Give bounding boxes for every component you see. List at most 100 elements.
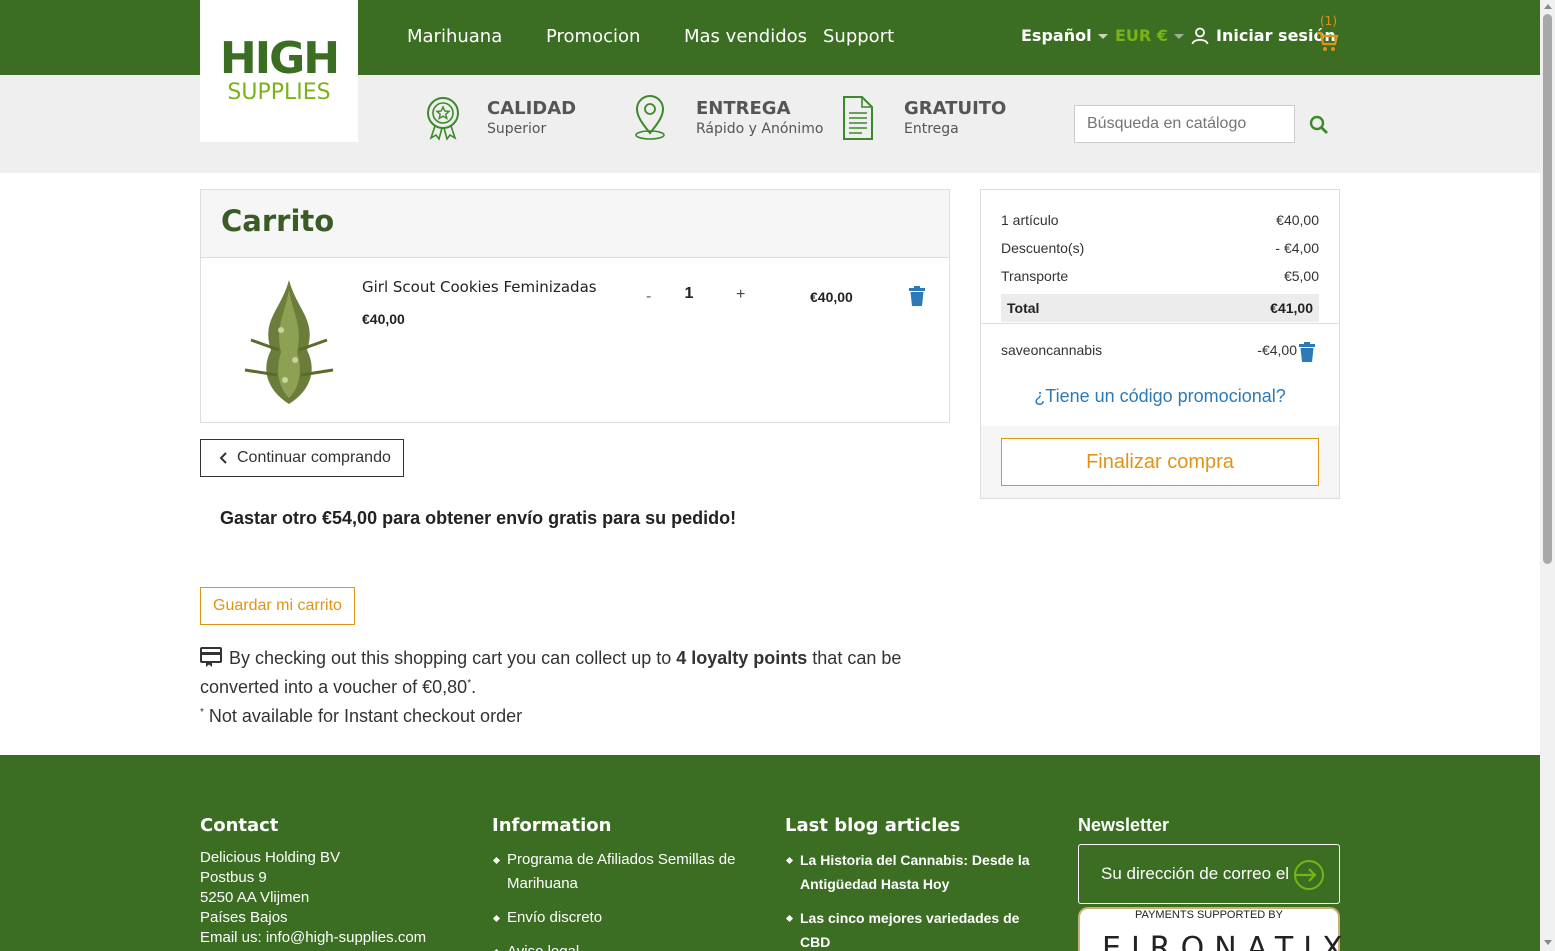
voucher-row: saveoncannabis -€4,00 [1001,342,1297,358]
continue-shopping-button[interactable]: Continuar comprando [200,439,404,477]
feature-free: GRATUITO Entrega [842,95,1006,141]
page-title: Carrito [221,204,335,238]
payments-title: PAYMENTS SUPPORTED BY [1135,909,1283,921]
nav-item-promocion[interactable]: Promocion [546,26,640,47]
footer-blog: Last blog articles La Historia del Canna… [785,815,1045,951]
chevron-down-icon [1097,34,1108,39]
document-icon [843,96,873,140]
contact-line: 5250 AA Vlijmen [200,889,310,906]
footer-heading: Newsletter [1078,815,1170,835]
contact-line: Países Bajos [200,909,288,926]
summary-label: 1 artículo [1001,212,1059,228]
feature-title: GRATUITO [904,98,1007,119]
summary-label: Transporte [1001,268,1069,284]
checkout-button[interactable]: Finalizar compra [1001,438,1319,486]
logo-text-high: HIGH [219,33,340,84]
feature-delivery: ENTREGA Rápido y Anónimo [634,95,823,141]
summary-total: Total €41,00 [1001,294,1319,322]
cart-count-badge: (1) [1320,14,1337,28]
quantity-decrease-button[interactable]: - [646,288,651,306]
award-icon [427,97,459,141]
free-shipping-message: Gastar otro €54,00 para obtener envío gr… [220,508,737,528]
language-label: Español [1021,26,1092,45]
feature-subtitle: Entrega [904,121,959,137]
page-scrollbar[interactable] [1540,0,1555,951]
payments-badge: PAYMENTS SUPPORTED BY EIRONATIX [1078,907,1343,951]
quantity-input[interactable]: 1 [679,285,699,303]
user-icon [1191,27,1209,44]
voucher-value: -€4,00 [1257,342,1297,358]
chevron-left-icon [219,452,227,464]
summary-value: - €4,00 [1275,240,1319,256]
summary-row-discount: Descuento(s) - €4,00 [1001,240,1319,256]
footer-information: Information Programa de Afiliados Semill… [492,815,742,951]
divider [981,323,1339,324]
scroll-up-arrow-icon[interactable] [1544,4,1552,9]
newsletter-email-input[interactable]: Su dirección de correo el [1078,844,1340,904]
footer-heading: Information [492,815,612,836]
order-summary: 1 artículo €40,00 Descuento(s) - €4,00 T… [980,189,1340,499]
search-input[interactable] [1074,105,1295,143]
cart-header: Carrito [201,190,949,258]
scrollbar-thumb[interactable] [1543,14,1552,564]
footer-heading: Last blog articles [785,815,961,836]
promo-code-link[interactable]: ¿Tiene un código promocional? [981,386,1339,407]
summary-row-items: 1 artículo €40,00 [1001,212,1319,228]
chevron-down-icon [1173,34,1184,39]
currency-label: EUR € [1115,26,1168,45]
summary-value: €5,00 [1283,268,1319,284]
loyalty-message: By checking out this shopping cart you c… [200,645,940,729]
search-icon[interactable] [1306,112,1332,138]
summary-value: €40,00 [1276,212,1319,228]
total-value: €41,00 [1270,300,1313,316]
loyalty-card-icon [200,647,222,667]
blog-link[interactable]: La Historia del Cannabis: Desde la Antig… [785,848,1045,896]
scroll-down-arrow-icon[interactable] [1544,940,1552,945]
footer-link[interactable]: Envío discreto [492,906,742,930]
line-total: €40,00 [810,289,853,305]
site-logo[interactable]: HIGH SUPPLIES [200,0,358,142]
footer-link[interactable]: Programa de Afiliados Semillas de Marihu… [492,848,742,896]
summary-row-shipping: Transporte €5,00 [1001,268,1319,284]
feature-subtitle: Rápido y Anónimo [696,121,824,137]
currency-selector[interactable]: EUR € [1115,26,1184,45]
footer-heading: Contact [200,815,279,836]
save-cart-button[interactable]: Guardar mi carrito [200,587,355,625]
newsletter-placeholder: Su dirección de correo el [1101,864,1290,883]
site-footer: Contact Delicious Holding BV Postbus 9 5… [0,755,1540,951]
product-image[interactable] [231,280,347,404]
summary-label: Descuento(s) [1001,240,1085,256]
language-selector[interactable]: Español [1021,26,1108,45]
trash-icon[interactable] [1299,342,1315,362]
login-link[interactable]: Iniciar sesión [1191,26,1336,45]
submit-arrow-icon[interactable] [1293,859,1325,891]
nav-item-support[interactable]: Support [823,26,894,47]
contact-email[interactable]: Email us: info@high-supplies.com [200,928,426,948]
loyalty-note: Not available for Instant checkout order [203,706,523,726]
loyalty-points: 4 loyalty points [676,648,808,668]
feature-title: CALIDAD [487,98,577,119]
feature-quality: CALIDAD Superior [425,95,576,141]
continue-shopping-label: Continuar comprando [237,449,391,466]
feature-subtitle: Superior [487,121,547,137]
contact-line: Delicious Holding BV [200,849,341,866]
nav-item-mas-vendidos[interactable]: Mas vendidos [684,26,807,47]
footer-link[interactable]: Aviso legal [492,940,742,951]
logo-text-supplies: SUPPLIES [227,80,331,105]
contact-line: Postbus 9 [200,869,267,886]
quantity-increase-button[interactable]: + [736,286,745,304]
product-name[interactable]: Girl Scout Cookies Feminizadas [362,278,597,296]
nav-item-marihuana[interactable]: Marihuana [407,26,502,47]
loyalty-text-end: . [471,677,477,697]
trash-icon[interactable] [909,286,925,306]
voucher-code: saveoncannabis [1001,342,1103,358]
blog-link[interactable]: Las cinco mejores variedades de CBD [785,906,1045,951]
payments-logo: EIRONATIX [1102,931,1353,951]
cart-button[interactable]: (1) [1316,14,1342,54]
cart-panel: Carrito Girl Scout Cookies Feminizadas €… [200,189,950,423]
product-price: €40,00 [362,311,405,327]
shopping-cart-icon [1317,31,1339,51]
total-label: Total [1007,300,1040,316]
footer-contact: Contact Delicious Holding BV Postbus 9 5… [200,815,426,948]
loyalty-text: By checking out this shopping cart you c… [229,648,677,668]
